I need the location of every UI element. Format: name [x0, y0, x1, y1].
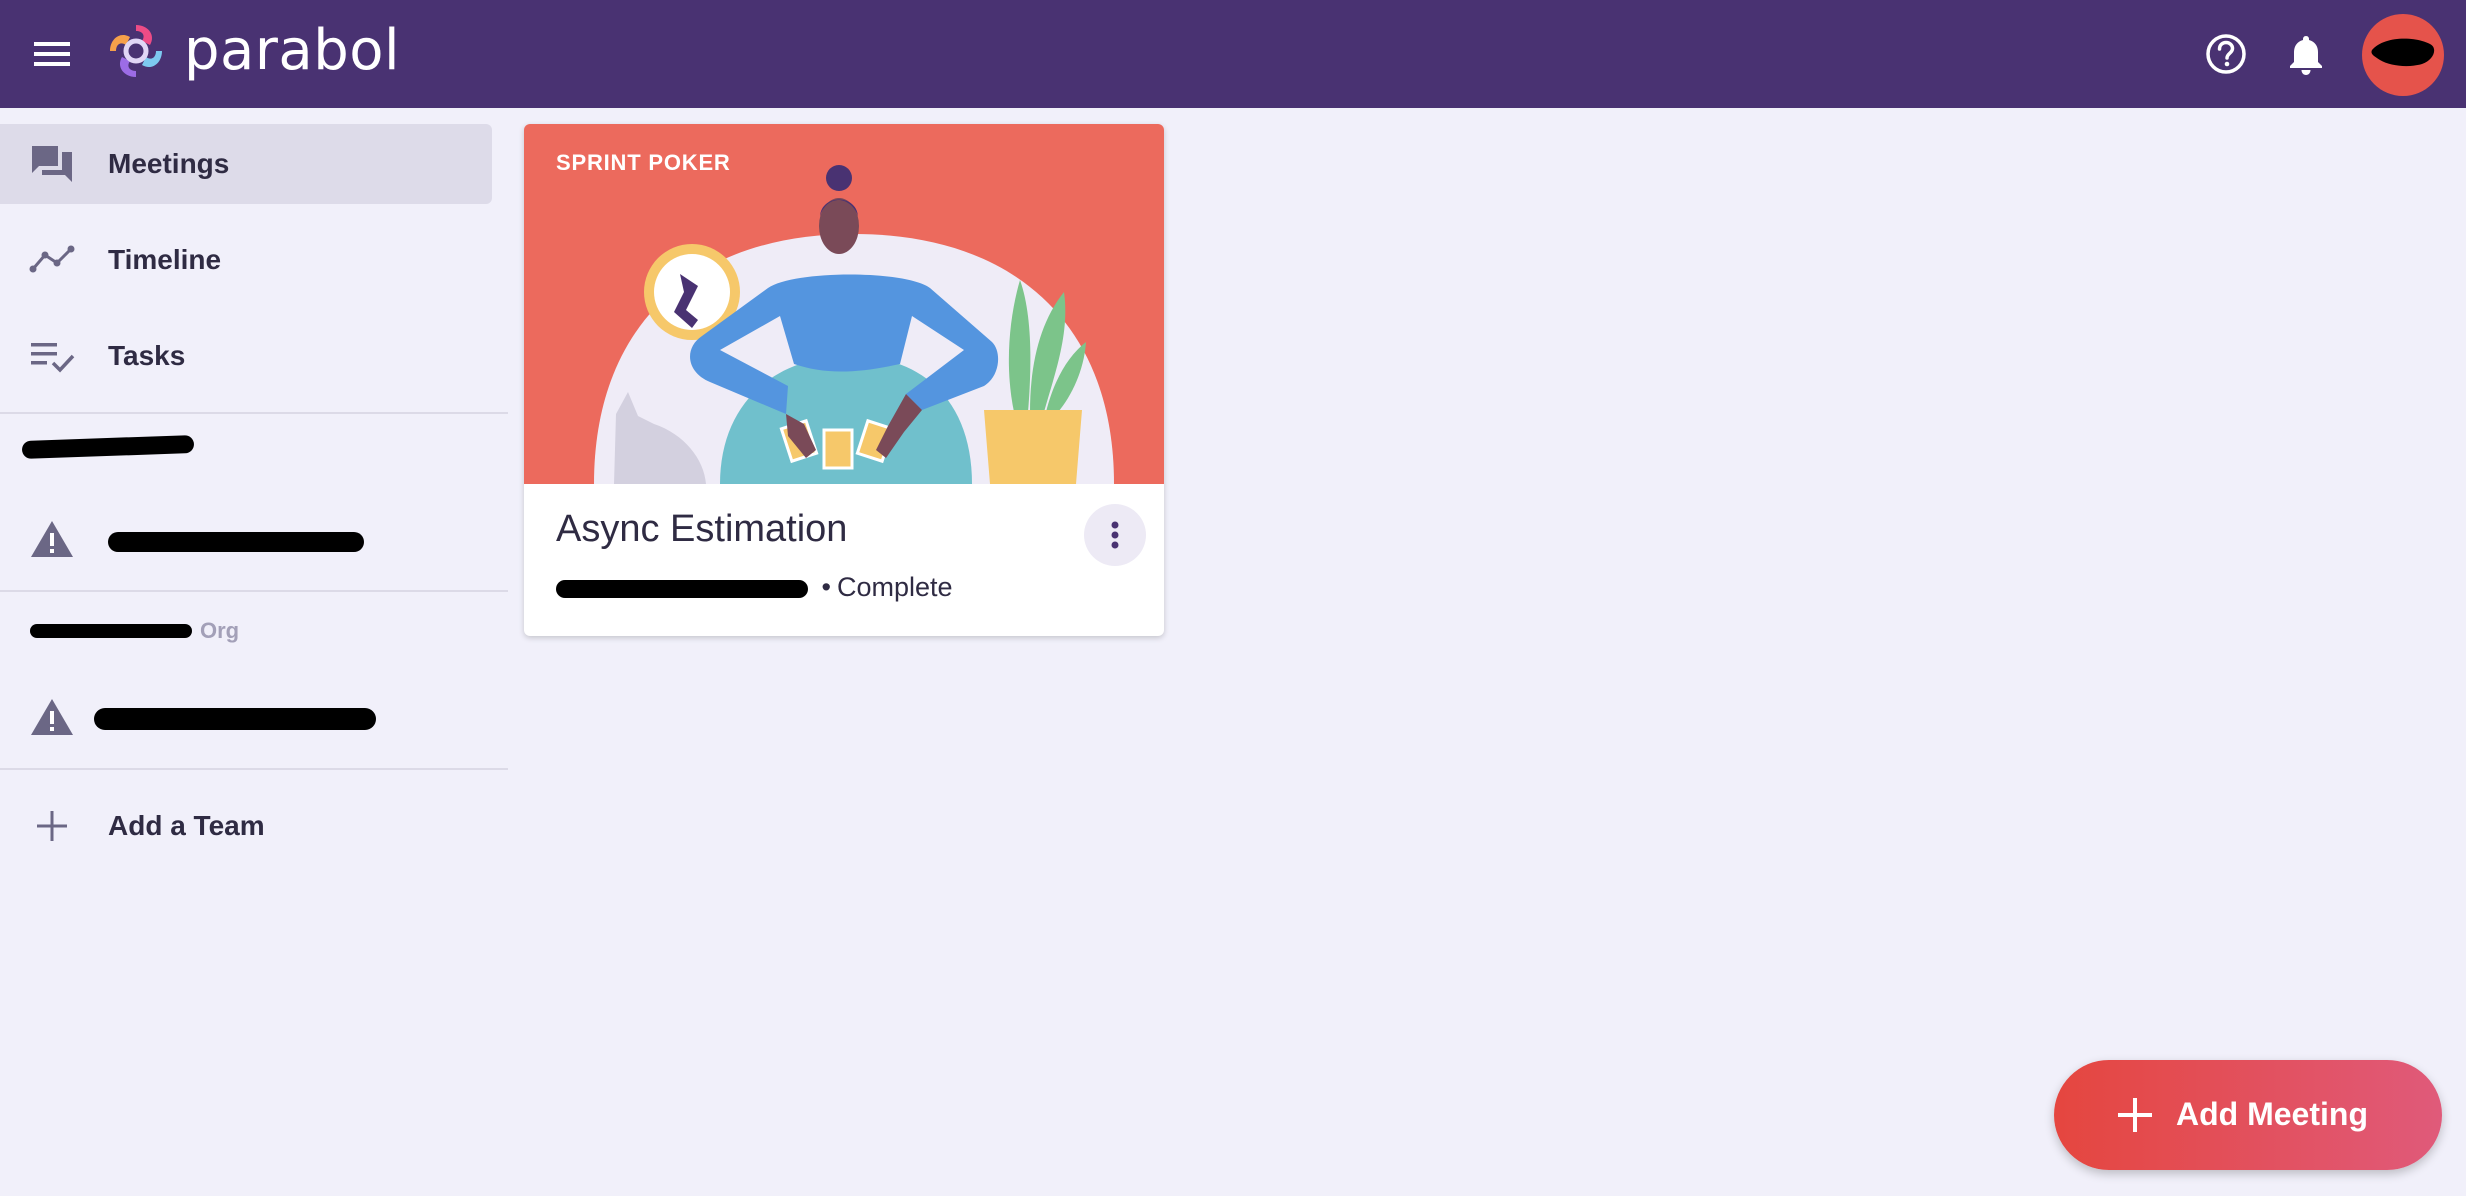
timeline-icon	[28, 236, 76, 284]
add-team-label: Add a Team	[108, 810, 265, 841]
sidebar-item-label: Tasks	[108, 340, 186, 371]
warning-icon	[28, 515, 76, 563]
forum-icon	[28, 140, 76, 188]
add-meeting-label: Add Meeting	[2176, 1096, 2368, 1132]
sidebar-item-tasks[interactable]: Tasks	[0, 316, 492, 396]
redacted-team-name	[556, 579, 808, 598]
add-meeting-button[interactable]: Add Meeting	[2054, 1060, 2442, 1170]
meeting-subtitle: • Complete	[556, 572, 953, 603]
playlist-check-icon	[28, 332, 76, 380]
redacted-team-name	[94, 708, 376, 730]
meeting-status: Complete	[836, 572, 953, 602]
brand[interactable]: parabol	[104, 18, 400, 83]
sidebar-item-meetings[interactable]: Meetings	[0, 124, 492, 204]
divider	[0, 768, 508, 770]
parabol-logo-icon	[110, 24, 162, 77]
warning-icon	[28, 693, 76, 741]
top-bar: parabol	[0, 0, 2466, 108]
sidebar-item-label: Timeline	[108, 244, 222, 275]
meeting-title: Async Estimation	[556, 508, 848, 550]
add-team-button[interactable]: Add a Team	[0, 786, 492, 866]
hamburger-menu-icon[interactable]	[28, 32, 76, 76]
sidebar: Meetings Timeline Tasks Org Add a Team	[0, 108, 508, 1196]
more-vert-icon[interactable]	[1084, 504, 1146, 566]
separator-dot: •	[821, 572, 831, 602]
org-label-suffix: Org	[200, 618, 240, 643]
plus-icon	[28, 802, 76, 850]
sidebar-team-item[interactable]	[0, 672, 508, 762]
sidebar-team-item[interactable]	[0, 494, 508, 584]
meeting-card[interactable]: SPRINT POKER Async Estimation • Complete	[524, 124, 1164, 636]
redacted-team-name	[108, 532, 364, 552]
sidebar-item-timeline[interactable]: Timeline	[0, 220, 492, 300]
divider	[0, 590, 508, 592]
meeting-type-label: SPRINT POKER	[556, 150, 731, 175]
redacted-org-name	[21, 435, 195, 459]
redacted-org-name	[30, 624, 192, 638]
plus-icon	[2118, 1098, 2152, 1132]
sidebar-item-label: Meetings	[108, 148, 230, 179]
brand-name: parabol	[184, 18, 401, 83]
divider	[0, 412, 508, 414]
bell-icon[interactable]	[2278, 26, 2334, 82]
avatar[interactable]	[2362, 14, 2444, 96]
help-circle-icon[interactable]	[2198, 26, 2254, 82]
meeting-illustration: SPRINT POKER	[524, 124, 1164, 484]
